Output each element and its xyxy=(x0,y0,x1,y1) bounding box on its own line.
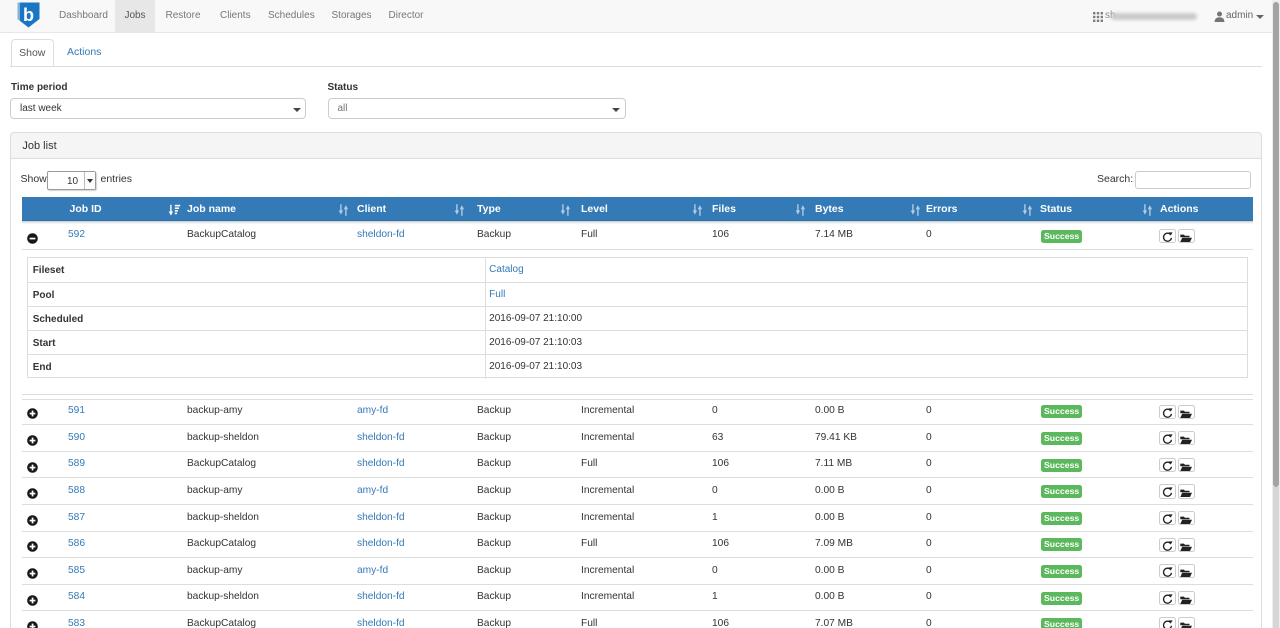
svg-text:b: b xyxy=(23,5,34,25)
